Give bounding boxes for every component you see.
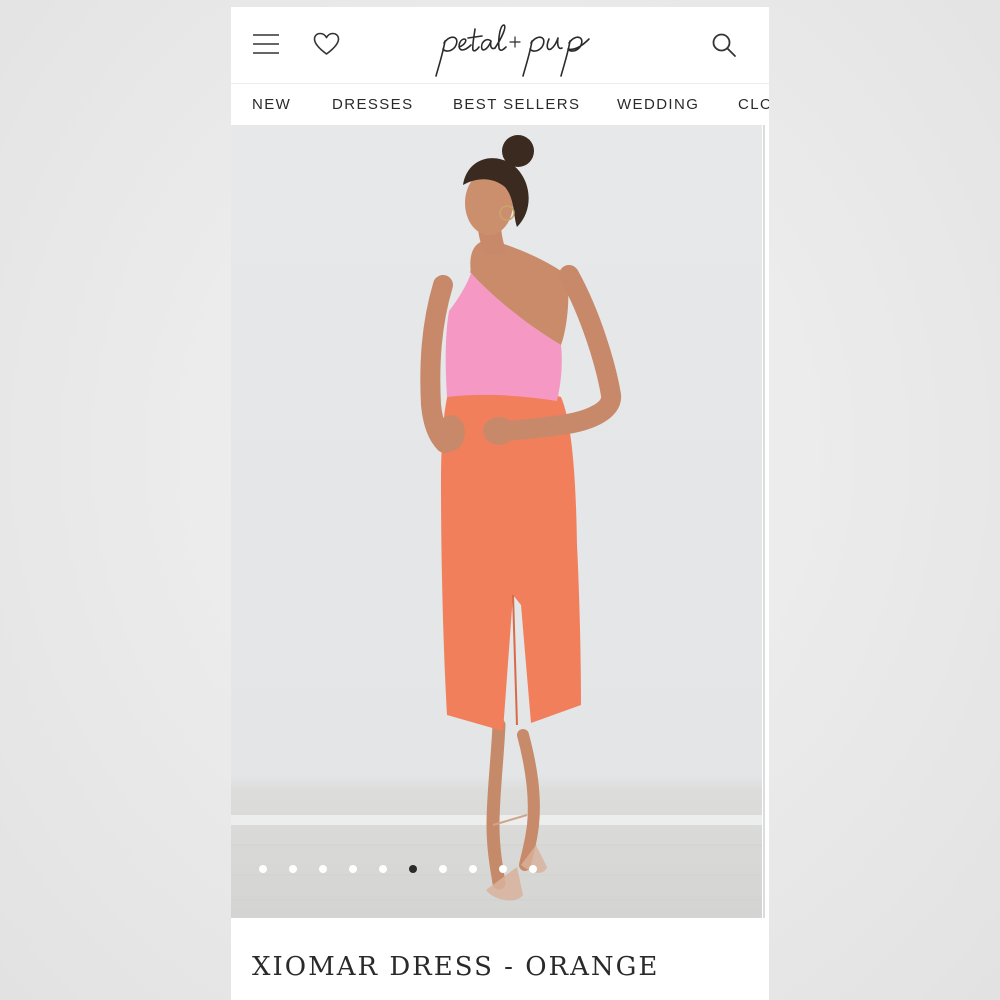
menu-icon[interactable] <box>252 33 280 55</box>
carousel-dot[interactable] <box>499 865 507 873</box>
search-icon[interactable] <box>711 32 737 58</box>
carousel-dot[interactable] <box>319 865 327 873</box>
nav-item-wedding[interactable]: WEDDING <box>617 96 699 113</box>
carousel-dot-active[interactable] <box>409 865 417 873</box>
carousel-dot[interactable] <box>439 865 447 873</box>
nav-item-new[interactable]: NEW <box>252 96 291 113</box>
carousel-dot[interactable] <box>259 865 267 873</box>
category-nav: NEW DRESSES BEST SELLERS WEDDING CLO <box>231 83 769 126</box>
nav-item-clothing[interactable]: CLO <box>738 96 769 113</box>
nav-item-dresses[interactable]: DRESSES <box>332 96 414 113</box>
product-title: XIOMAR DRESS - ORANGE <box>252 952 660 982</box>
heart-icon[interactable] <box>313 32 340 56</box>
carousel-dot[interactable] <box>289 865 297 873</box>
brand-logo[interactable]: petal + pup <box>431 19 621 79</box>
product-image-carousel[interactable] <box>231 125 762 918</box>
carousel-dot[interactable] <box>349 865 357 873</box>
product-info: XIOMAR DRESS - ORANGE <box>231 918 769 1000</box>
carousel-dot[interactable] <box>529 865 537 873</box>
product-photo <box>231 135 762 901</box>
site-header: petal + pup <box>231 7 769 83</box>
nav-item-best-sellers[interactable]: BEST SELLERS <box>453 96 580 113</box>
brand-logo-script <box>435 24 590 77</box>
carousel-dot[interactable] <box>379 865 387 873</box>
app-screen: petal + pup <box>231 7 769 1000</box>
next-image-preview[interactable] <box>763 125 765 918</box>
carousel-dot[interactable] <box>469 865 477 873</box>
